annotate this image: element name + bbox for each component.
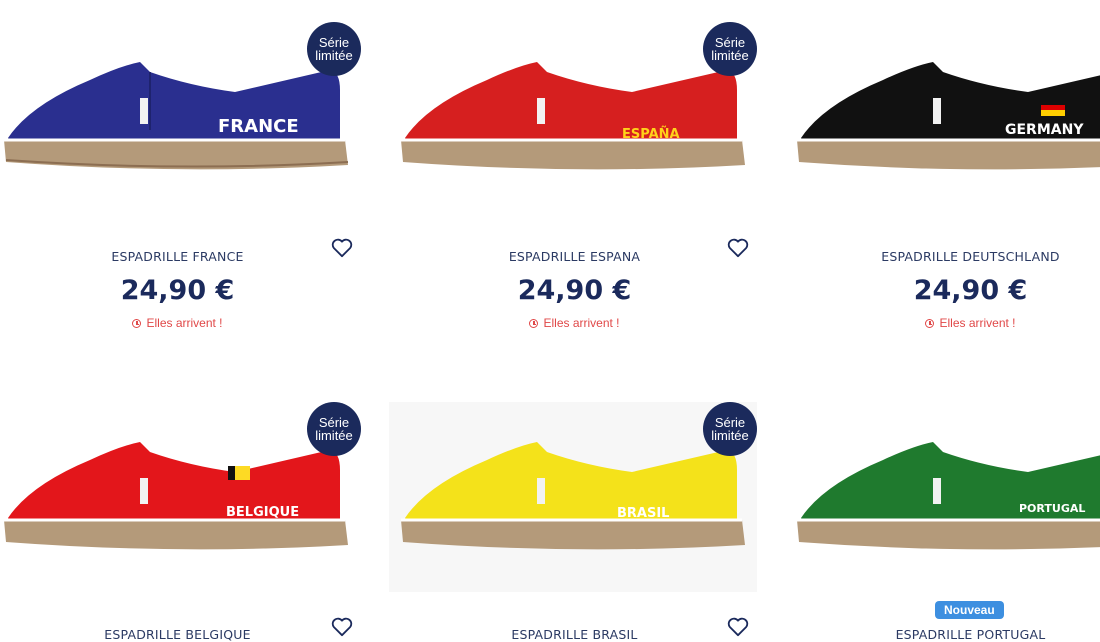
product-price: 24,90 € xyxy=(517,275,632,306)
clock-icon xyxy=(132,319,142,328)
svg-text:ESPAÑA: ESPAÑA xyxy=(622,126,680,142)
product-card-france[interactable]: FRANCE Série limitée ESPADRILLE FRANCE 24… xyxy=(0,0,361,380)
product-price: 24,90 € xyxy=(120,275,235,306)
clock-icon xyxy=(925,319,935,328)
espadrille-image: PORTUGAL xyxy=(797,442,1100,550)
availability-status: Elles arrivent ! xyxy=(397,316,752,330)
nouveau-badge: Nouveau xyxy=(935,601,1004,619)
svg-text:BELGIQUE: BELGIQUE xyxy=(226,505,299,520)
product-card-brasil[interactable]: BRASIL Série limitée ESPADRILLE BRASIL xyxy=(389,380,757,642)
heart-icon[interactable] xyxy=(727,238,749,258)
heart-icon[interactable] xyxy=(331,617,353,637)
svg-text:FRANCE: FRANCE xyxy=(218,116,299,137)
product-name[interactable]: ESPADRILLE BRASIL xyxy=(397,627,752,642)
svg-text:BRASIL: BRASIL xyxy=(617,506,669,521)
product-price: 24,90 € xyxy=(913,275,1028,306)
serie-limitee-badge: Série limitée xyxy=(703,22,757,76)
product-image[interactable]: FRANCE xyxy=(0,0,360,200)
espadrille-image: GERMANY xyxy=(797,62,1100,170)
product-image[interactable]: BELGIQUE xyxy=(0,380,360,580)
product-name[interactable]: ESPADRILLE DEUTSCHLAND xyxy=(793,249,1100,264)
product-name[interactable]: ESPADRILLE FRANCE xyxy=(0,249,355,264)
product-card-portugal[interactable]: PORTUGAL Nouveau ESPADRILLE PORTUGAL xyxy=(793,380,1100,642)
product-name[interactable]: ESPADRILLE PORTUGAL xyxy=(793,627,1100,642)
espadrille-image: BRASIL xyxy=(401,442,745,550)
product-name[interactable]: ESPADRILLE ESPANA xyxy=(397,249,752,264)
espadrille-image: BELGIQUE xyxy=(4,442,348,550)
availability-status: Elles arrivent ! xyxy=(0,316,355,330)
product-image[interactable]: GERMANY xyxy=(793,0,1100,200)
serie-limitee-badge: Série limitée xyxy=(307,402,361,456)
product-name[interactable]: ESPADRILLE BELGIQUE xyxy=(0,627,355,642)
serie-limitee-badge: Série limitée xyxy=(307,22,361,76)
espadrille-image: ESPAÑA xyxy=(401,62,745,170)
espadrille-image: FRANCE xyxy=(4,62,349,170)
clock-icon xyxy=(529,319,539,328)
svg-text:PORTUGAL: PORTUGAL xyxy=(1019,502,1085,515)
product-card-belgique[interactable]: BELGIQUE Série limitée ESPADRILLE BELGIQU… xyxy=(0,380,361,642)
product-card-deutschland[interactable]: GERMANY ESPADRILLE DEUTSCHLAND 24,90 € E… xyxy=(793,0,1100,380)
serie-limitee-badge: Série limitée xyxy=(703,402,757,456)
product-image[interactable]: BRASIL xyxy=(389,402,757,592)
heart-icon[interactable] xyxy=(727,617,749,637)
heart-icon[interactable] xyxy=(331,238,353,258)
availability-status: Elles arrivent ! xyxy=(793,316,1100,330)
svg-text:GERMANY: GERMANY xyxy=(1005,122,1084,138)
product-image[interactable]: PORTUGAL xyxy=(793,380,1100,580)
product-image[interactable]: ESPAÑA xyxy=(397,0,757,200)
product-card-espana[interactable]: ESPAÑA Série limitée ESPADRILLE ESPANA 24… xyxy=(397,0,757,380)
